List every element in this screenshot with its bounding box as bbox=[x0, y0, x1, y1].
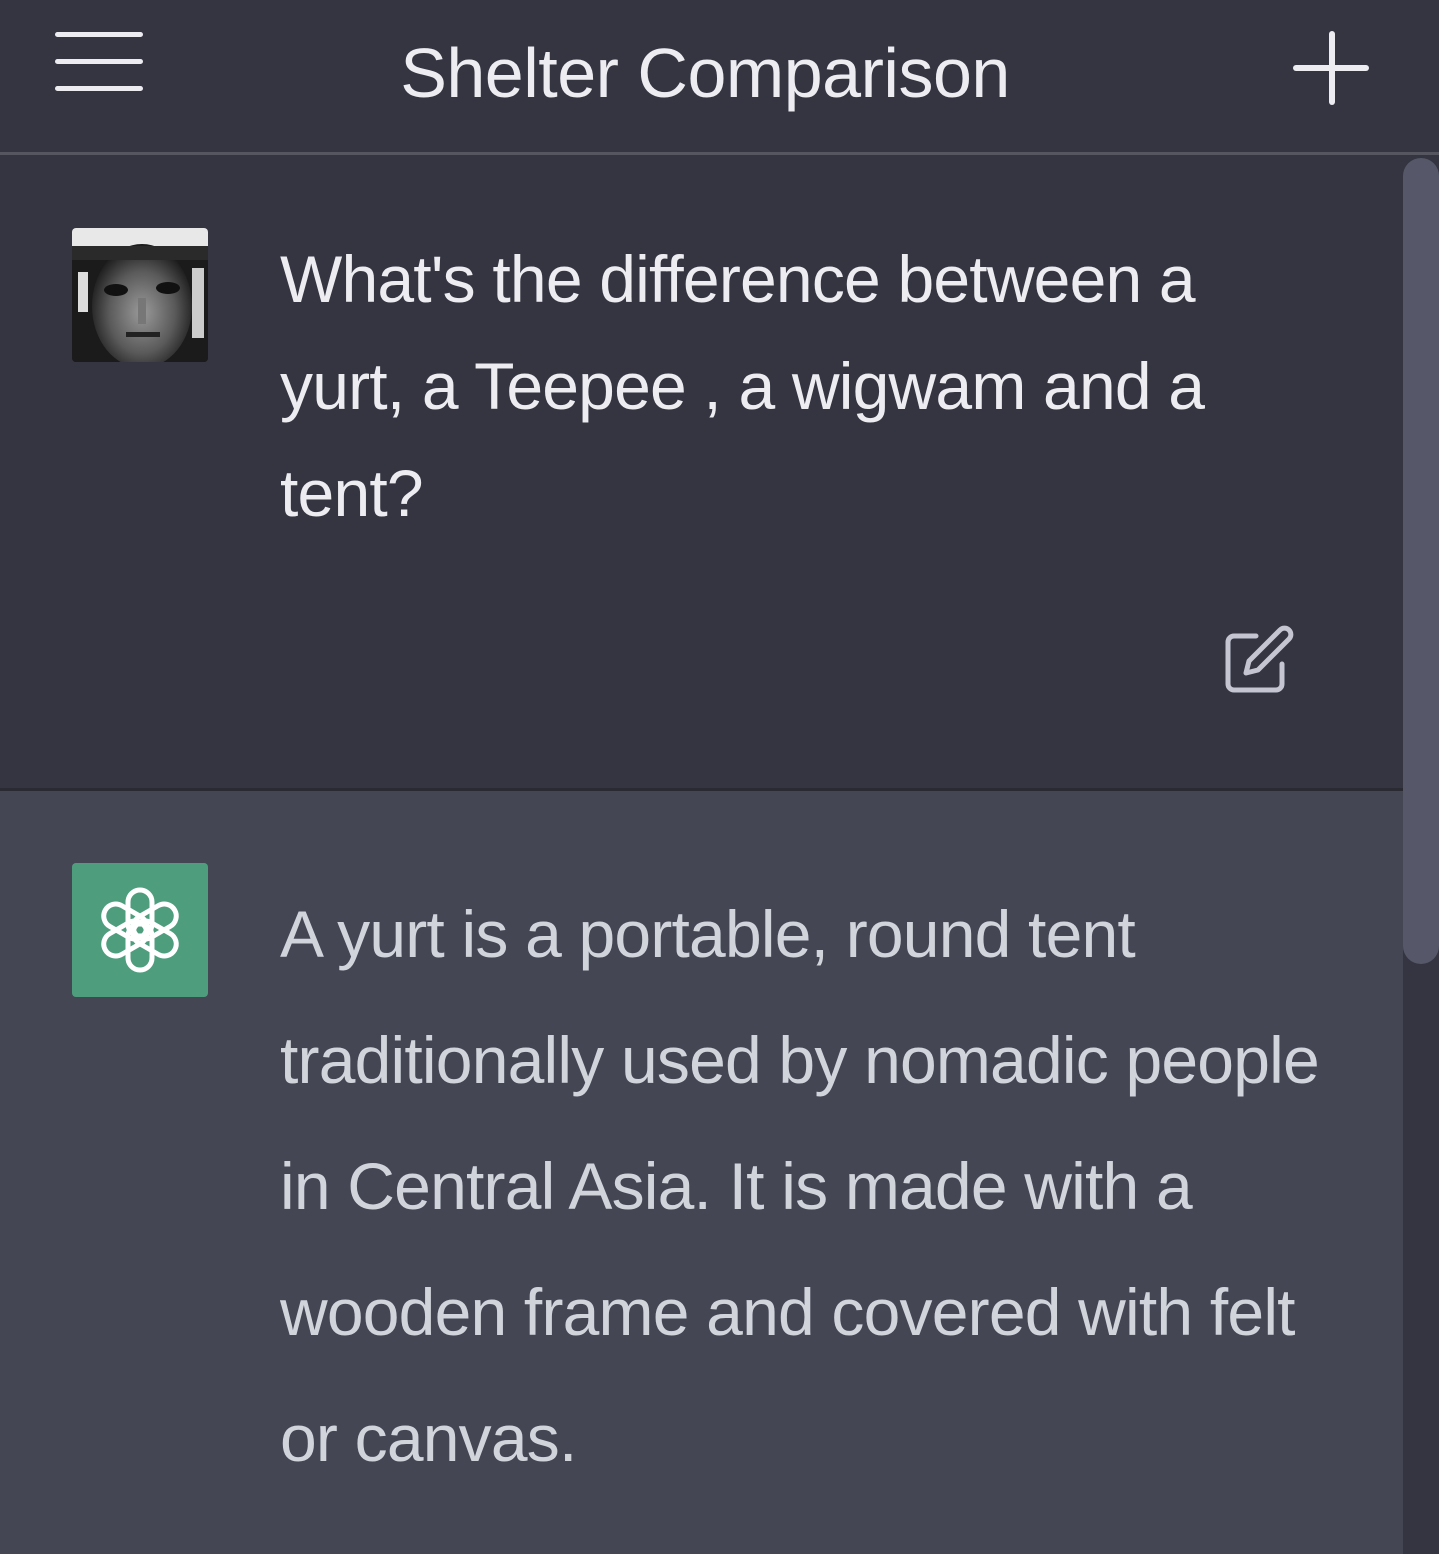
user-message-text: What's the difference between a yurt, a … bbox=[280, 242, 1205, 530]
conversation-title: Shelter Comparison bbox=[400, 34, 1010, 112]
new-chat-button[interactable] bbox=[1290, 28, 1374, 112]
scrollbar-thumb[interactable] bbox=[1403, 158, 1439, 964]
menu-button[interactable] bbox=[52, 28, 146, 98]
top-bar: Shelter Comparison bbox=[0, 0, 1439, 155]
user-avatar bbox=[72, 228, 208, 362]
assistant-message: A yurt is a portable, round tent traditi… bbox=[0, 788, 1403, 1554]
plus-icon bbox=[1293, 31, 1369, 105]
openai-logo-icon bbox=[101, 887, 179, 973]
edit-icon bbox=[1225, 625, 1294, 693]
assistant-avatar bbox=[72, 863, 208, 997]
edit-message-button[interactable] bbox=[1222, 624, 1296, 696]
assistant-message-text: A yurt is a portable, round tent traditi… bbox=[280, 897, 1320, 1475]
user-message: What's the difference between a yurt, a … bbox=[0, 158, 1403, 788]
